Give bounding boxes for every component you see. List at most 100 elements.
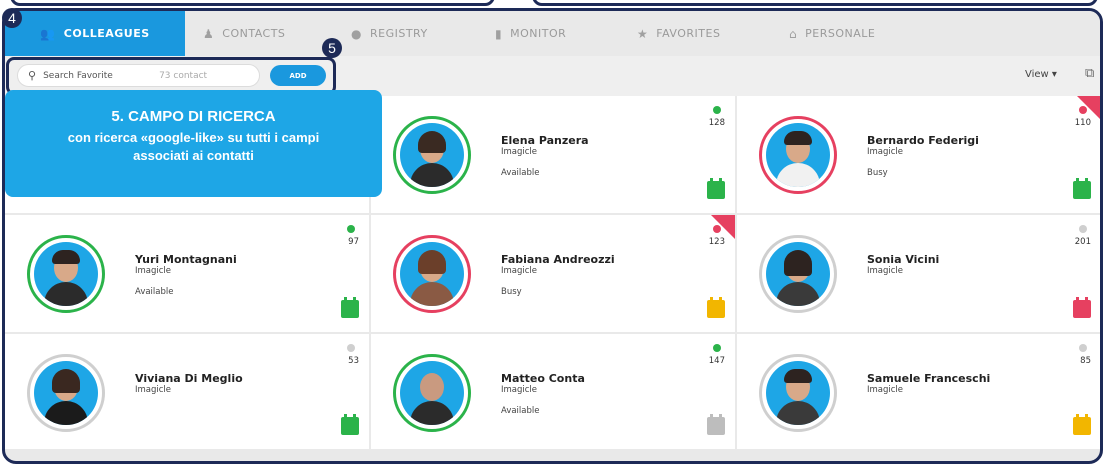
tab-label: REGISTRY xyxy=(369,27,428,40)
presence-ring xyxy=(759,235,837,313)
presence-ring xyxy=(759,354,837,432)
main-panel: 👥 COLLEAGUES ♟ CONTACTS ● REGISTRY ▮ MON… xyxy=(2,8,1103,464)
clock-icon[interactable] xyxy=(707,414,725,435)
contact-status: Available xyxy=(501,168,540,178)
contact-status: Busy xyxy=(501,287,522,297)
annotation-badge-4: 4 xyxy=(2,8,22,28)
avatar xyxy=(34,242,98,306)
contact-status: Available xyxy=(135,287,174,297)
presence-ring xyxy=(393,235,471,313)
avatar xyxy=(766,123,830,187)
contact-org: Imagicle xyxy=(867,385,904,395)
callout-line-1: con ricerca «google-like» su tutti i cam… xyxy=(67,130,320,145)
extension-number: 123 xyxy=(708,237,725,247)
annotation-frame-top-left xyxy=(10,0,495,6)
avatar xyxy=(400,123,464,187)
contact-name: Sonia Vicini xyxy=(867,253,940,266)
contact-card[interactable]: Elena Panzera Imagicle Available 128 xyxy=(371,96,735,213)
avatar xyxy=(400,361,464,425)
contact-card[interactable]: Bernardo Federigi Imagicle Busy 110 xyxy=(737,96,1100,213)
extension-number: 147 xyxy=(708,356,725,366)
contact-icon: ♟ xyxy=(203,26,215,41)
contact-status: Available xyxy=(501,406,540,416)
avatar xyxy=(766,242,830,306)
contact-name: Viviana Di Meglio xyxy=(135,372,243,385)
contact-org: Imagicle xyxy=(501,266,538,276)
presence-dot xyxy=(713,225,721,233)
people-icon: 👥 xyxy=(40,26,56,41)
presence-ring xyxy=(759,116,837,194)
extension-number: 85 xyxy=(1080,356,1091,366)
contact-card[interactable]: Viviana Di Meglio Imagicle 53 xyxy=(5,334,369,449)
contact-org: Imagicle xyxy=(135,385,172,395)
tab-favorites[interactable]: ★ FAVORITES xyxy=(637,11,720,56)
presence-ring xyxy=(27,354,105,432)
tab-label: PERSONALE xyxy=(805,27,876,40)
star-icon: ★ xyxy=(637,26,649,41)
contact-card[interactable]: Fabiana Andreozzi Imagicle Busy 123 xyxy=(371,215,735,332)
presence-ring xyxy=(27,235,105,313)
app-frame: 👥 COLLEAGUES ♟ CONTACTS ● REGISTRY ▮ MON… xyxy=(0,0,1105,466)
contact-name: Bernardo Federigi xyxy=(867,134,979,147)
view-dropdown[interactable]: View ▾ xyxy=(1025,69,1057,80)
calendar-icon[interactable] xyxy=(1073,297,1091,318)
tab-monitor[interactable]: ▮ MONITOR xyxy=(495,11,566,56)
contact-org: Imagicle xyxy=(135,266,172,276)
presence-dot xyxy=(1079,225,1087,233)
home-icon: ⌂ xyxy=(789,26,798,41)
tab-label: COLLEAGUES xyxy=(63,27,150,40)
contact-name: Fabiana Andreozzi xyxy=(501,253,615,266)
tab-registry[interactable]: ● REGISTRY xyxy=(351,11,428,56)
tab-bar: 👥 COLLEAGUES ♟ CONTACTS ● REGISTRY ▮ MON… xyxy=(5,11,1100,56)
contact-org: Imagicle xyxy=(501,147,538,157)
callout-title: 5. CAMPO DI RICERCA xyxy=(111,108,276,125)
calendar-icon[interactable] xyxy=(341,414,359,435)
tab-personale[interactable]: ⌂ PERSONALE xyxy=(789,11,875,56)
contact-card[interactable]: Sonia Vicini Imagicle 201 xyxy=(737,215,1100,332)
annotation-callout: 5. CAMPO DI RICERCA con ricerca «google-… xyxy=(5,90,382,197)
extension-number: 201 xyxy=(1074,237,1091,247)
contact-name: Matteo Conta xyxy=(501,372,585,385)
contact-card[interactable]: Matteo Conta Imagicle Available 147 xyxy=(371,334,735,449)
presence-dot xyxy=(1079,344,1087,352)
annotation-frame-top-right xyxy=(532,0,1098,6)
callout-line-2: associati ai contatti xyxy=(133,148,254,163)
avatar xyxy=(34,361,98,425)
presence-ring xyxy=(393,354,471,432)
contact-org: Imagicle xyxy=(867,147,904,157)
presence-dot xyxy=(713,106,721,114)
presence-dot xyxy=(347,225,355,233)
layout-toggle-icon[interactable]: ⧉ xyxy=(1085,66,1094,81)
contact-name: Elena Panzera xyxy=(501,134,589,147)
registry-icon: ● xyxy=(351,26,362,41)
contact-org: Imagicle xyxy=(867,266,904,276)
presence-dot xyxy=(1079,106,1087,114)
presence-ring xyxy=(393,116,471,194)
presence-dot xyxy=(713,344,721,352)
calendar-icon[interactable] xyxy=(707,297,725,318)
tab-label: FAVORITES xyxy=(656,27,721,40)
calendar-icon[interactable] xyxy=(341,297,359,318)
location-icon[interactable] xyxy=(1073,178,1091,199)
contact-org: Imagicle xyxy=(501,385,538,395)
monitor-icon: ▮ xyxy=(495,26,503,41)
calendar-icon[interactable] xyxy=(1073,414,1091,435)
extension-number: 110 xyxy=(1074,118,1091,128)
avatar xyxy=(766,361,830,425)
avatar xyxy=(400,242,464,306)
calendar-icon[interactable] xyxy=(707,178,725,199)
contact-status: Busy xyxy=(867,168,888,178)
contact-name: Samuele Franceschi xyxy=(867,372,991,385)
contact-name: Yuri Montagnani xyxy=(135,253,237,266)
tab-colleagues[interactable]: 👥 COLLEAGUES xyxy=(5,11,185,56)
contact-card[interactable]: Samuele Franceschi Imagicle 85 xyxy=(737,334,1100,449)
extension-number: 128 xyxy=(708,118,725,128)
extension-number: 97 xyxy=(348,237,359,247)
tab-contacts[interactable]: ♟ CONTACTS xyxy=(203,11,285,56)
tab-label: MONITOR xyxy=(510,27,567,40)
presence-dot xyxy=(347,344,355,352)
annotation-badge-5: 5 xyxy=(322,38,342,58)
extension-number: 53 xyxy=(348,356,359,366)
tab-label: CONTACTS xyxy=(222,27,286,40)
contact-card[interactable]: Yuri Montagnani Imagicle Available 97 xyxy=(5,215,369,332)
